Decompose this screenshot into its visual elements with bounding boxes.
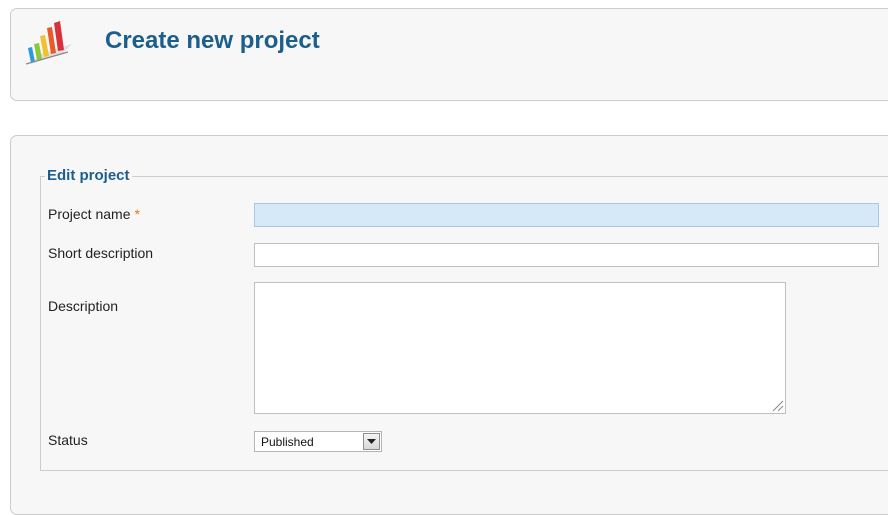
short-description-input[interactable]	[254, 243, 879, 267]
short-description-label: Short description	[48, 245, 154, 261]
status-label: Status	[48, 432, 88, 448]
description-label: Description	[48, 298, 119, 314]
status-select[interactable]: Published	[254, 431, 382, 452]
page-title: Create new project	[105, 27, 320, 54]
status-select-value: Published	[261, 435, 314, 449]
description-textarea[interactable]	[254, 282, 786, 414]
dropdown-arrow-icon[interactable]	[363, 433, 380, 450]
project-name-label-text: Project name	[48, 206, 131, 222]
project-name-label: Project name *	[48, 206, 140, 222]
fieldset-legend: Edit project	[45, 167, 132, 184]
required-marker: *	[134, 206, 140, 222]
project-chart-icon	[18, 14, 78, 74]
project-name-input[interactable]	[254, 203, 879, 227]
resize-grip-icon[interactable]	[770, 398, 784, 412]
